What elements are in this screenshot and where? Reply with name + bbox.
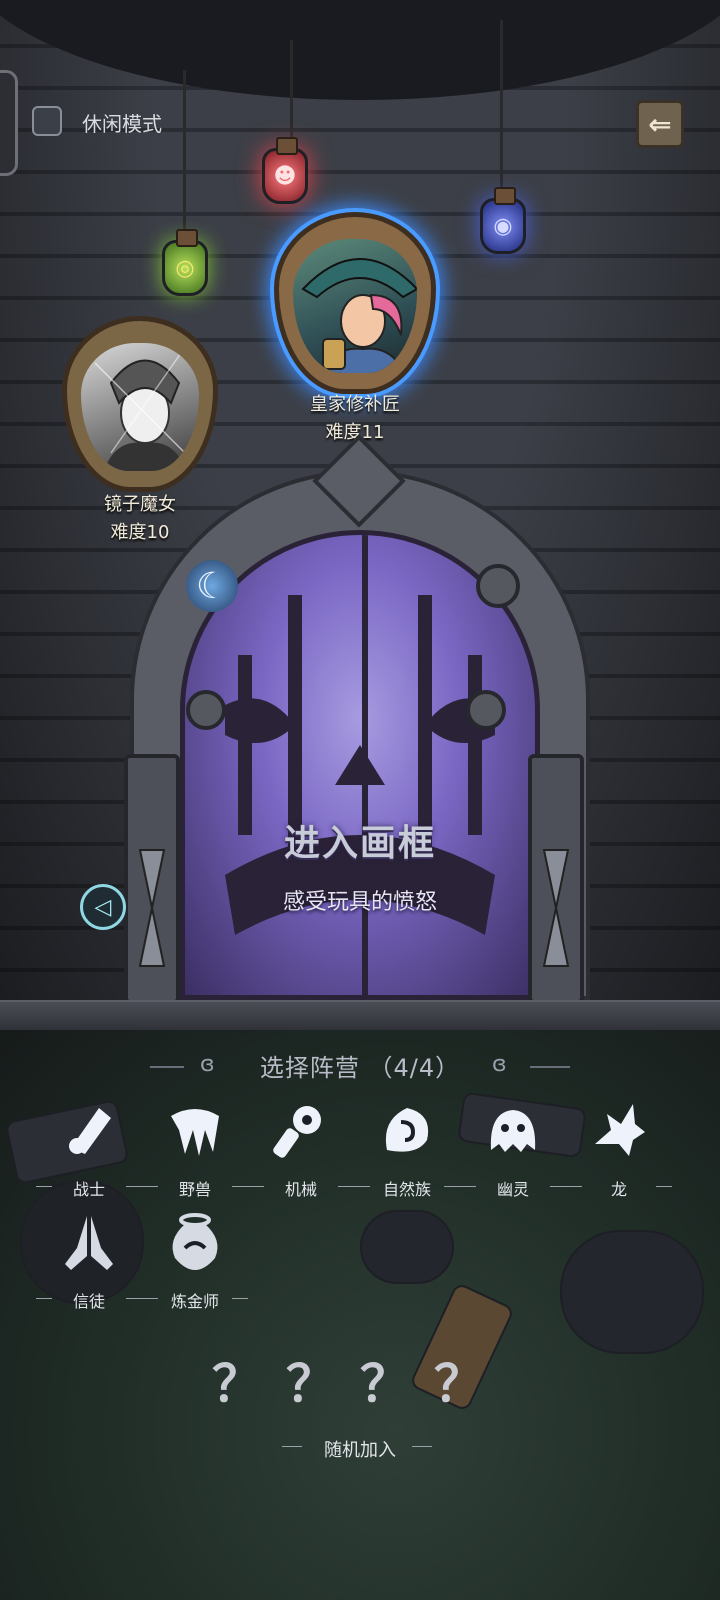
door-ornament [225, 595, 495, 935]
blue-lantern: ◉ [480, 187, 526, 254]
door-knob-right [476, 564, 520, 608]
faction-mech[interactable]: 机械 [248, 1100, 354, 1200]
faction-dragon[interactable]: 龙 [566, 1100, 672, 1200]
door-disc-right [466, 690, 506, 730]
enter-frame-subtitle: 感受玩具的愤怒 [282, 890, 437, 915]
lantern-rope [290, 40, 293, 150]
hourglass-icon [542, 849, 570, 967]
mech-icon [271, 1100, 331, 1160]
moon-icon[interactable]: ☾ [186, 560, 238, 612]
game-scene: 休闲模式 ⇐ ◎ ☻ ◉ 镜子魔女 难度10 皇家修补匠 难度11 进入画框 感… [0, 0, 720, 1600]
faction-section-title: 选择阵营 （4/4） [259, 1054, 461, 1082]
eye-icon: ◉ [493, 213, 513, 239]
hourglass-icon [138, 849, 166, 967]
ghost-icon [483, 1100, 543, 1160]
tinker-character-icon [301, 258, 417, 373]
beast-icon [165, 1100, 225, 1160]
faction-ghost[interactable]: 幽灵 [460, 1100, 566, 1200]
enter-frame-title[interactable]: 进入画框 [180, 814, 540, 866]
portrait-mirror-witch[interactable] [62, 316, 218, 492]
red-lantern: ☻ [262, 137, 308, 204]
warrior-icon [59, 1100, 119, 1160]
random-question-marks: ？？？？ [212, 1355, 508, 1413]
hourglass-pillar-right [528, 754, 584, 1004]
lantern-rope [183, 70, 186, 240]
swirl-icon: ◎ [175, 255, 195, 281]
dragon-icon [589, 1100, 649, 1160]
hourglass-pillar-left [124, 754, 180, 1004]
swirl-right-icon: ɞ [492, 1052, 507, 1077]
faction-alchemist[interactable]: 炼金师 [142, 1212, 248, 1312]
believer-icon [59, 1212, 119, 1272]
door-disc-left [186, 690, 226, 730]
faction-believer[interactable]: 信徒 [36, 1212, 142, 1312]
random-join-label: 随机加入 [324, 1440, 396, 1461]
back-arrow-icon[interactable]: ◁ [80, 884, 126, 930]
alchemist-icon [165, 1212, 225, 1272]
faction-beast[interactable]: 野兽 [142, 1100, 248, 1200]
portrait-name: 镜子魔女 [104, 494, 176, 515]
divider-line [412, 1446, 432, 1447]
lantern-rope [500, 20, 503, 190]
exit-button[interactable]: ⇐ [636, 100, 684, 148]
portrait-name: 皇家修补匠 [310, 394, 400, 415]
faction-nature[interactable]: 自然族 [354, 1100, 460, 1200]
witch-silhouette-icon [94, 352, 196, 471]
casual-mode-checkbox[interactable] [32, 106, 62, 136]
nature-icon [377, 1100, 437, 1160]
divider-line [530, 1066, 570, 1068]
portrait-royal-tinker[interactable] [274, 212, 436, 394]
ghost-face-icon: ☻ [273, 163, 297, 189]
stone-ledge [0, 1000, 720, 1034]
casual-mode-label[interactable]: 休闲模式 [82, 108, 162, 137]
arrow-left-icon: ⇐ [648, 107, 672, 141]
faction-warrior[interactable]: 战士 [36, 1100, 142, 1200]
left-edge-frame [0, 70, 18, 176]
green-lantern: ◎ [162, 229, 208, 296]
